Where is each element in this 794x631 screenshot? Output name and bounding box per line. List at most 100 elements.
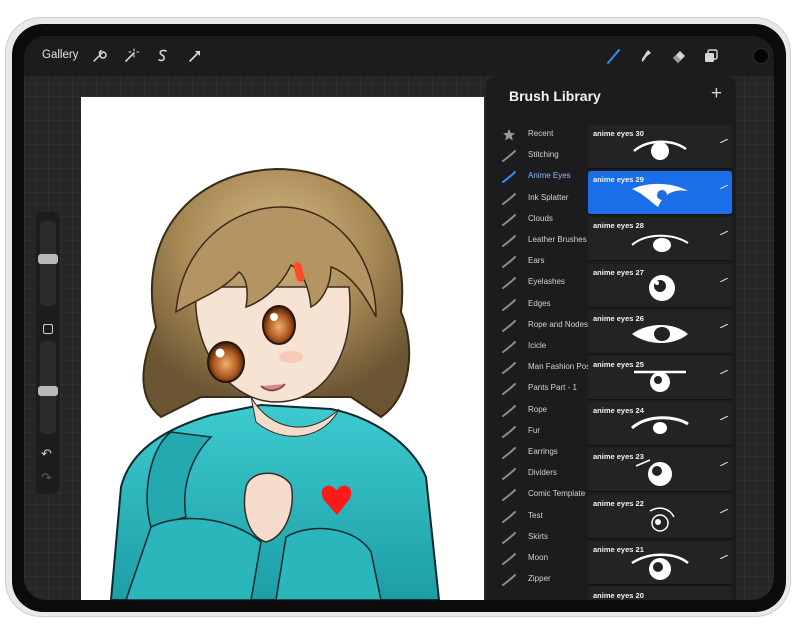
brush-set-label: Ears	[528, 256, 545, 266]
plus-icon[interactable]: +	[711, 83, 722, 105]
brush-set-label: Edges	[528, 298, 551, 308]
brush-stroke-icon	[502, 149, 516, 163]
brush-set-item[interactable]: Ink Splatter	[486, 189, 588, 210]
brush-stroke-icon	[719, 361, 729, 375]
brush-stroke-icon	[502, 276, 516, 290]
brush-stroke-icon	[502, 340, 516, 353]
brush-size-thumb[interactable]	[38, 254, 58, 265]
brush-item[interactable]: anime eyes 25	[588, 356, 732, 400]
brush-set-item[interactable]: Zipper	[486, 570, 588, 591]
brush-set-label: Dividers	[528, 468, 557, 478]
brush-stroke-preview	[630, 410, 690, 442]
brush-set-label: Earrings	[528, 447, 558, 456]
modify-button[interactable]	[43, 324, 53, 334]
brush-set-item[interactable]: Clouds	[486, 210, 588, 231]
magic-wand-icon[interactable]	[123, 48, 139, 64]
brush-set-item[interactable]: Pants Part - 1	[486, 379, 588, 400]
brush-stroke-icon	[502, 573, 516, 587]
gallery-button[interactable]: Gallery	[42, 49, 78, 61]
opacity-thumb[interactable]	[38, 386, 58, 397]
brush-set-item[interactable]: Icicle	[486, 337, 588, 358]
brush-stroke-preview	[630, 133, 690, 165]
brush-stroke-preview	[630, 225, 690, 257]
drawing-canvas[interactable]	[81, 97, 484, 600]
brush-item[interactable]: anime eyes 24	[588, 402, 732, 447]
brush-item[interactable]: anime eyes 26	[588, 309, 732, 354]
brush-set-label: Ink Splatter	[528, 192, 569, 202]
brush-stroke-preview	[630, 503, 690, 535]
brush-set-label: Pants Part - 1	[528, 383, 577, 393]
brush-set-item[interactable]: Rope	[486, 401, 588, 422]
brush-set-label: Comic Template	[528, 489, 586, 499]
brush-stroke-icon	[502, 446, 516, 459]
brush-stroke-icon	[502, 234, 516, 247]
brush-stroke-icon	[719, 453, 729, 467]
brush-set-item[interactable]: Man Fashion Poses	[486, 358, 599, 379]
brush-stroke-icon	[502, 255, 516, 269]
brush-stroke-icon	[502, 319, 516, 332]
procreate-screen: Gallery ↶ ↷ Brush Library + Recent Stitc…	[24, 36, 774, 600]
brush-set-item[interactable]: Comic Template	[486, 485, 588, 506]
brush-set-label: Rope and Nodes	[528, 319, 589, 329]
brush-item[interactable]: anime eyes 27	[588, 263, 732, 308]
brush-set-label: Anime Eyes	[528, 171, 571, 181]
brush-item[interactable]: anime eyes 30	[588, 125, 732, 169]
brush-set-item[interactable]: Dividers	[486, 464, 588, 485]
brush-icon[interactable]	[606, 48, 622, 64]
smudge-icon[interactable]	[638, 48, 654, 64]
brush-set-label: Recent	[528, 129, 554, 138]
brush-set-item[interactable]: Earrings	[486, 443, 588, 464]
top-toolbar: Gallery	[24, 36, 774, 76]
color-swatch[interactable]	[753, 48, 769, 64]
brush-stroke-icon	[719, 222, 729, 236]
brush-item[interactable]: anime eyes 28	[588, 217, 732, 262]
brush-set-label: Zipper	[528, 574, 551, 584]
brush-item[interactable]: anime eyes 21	[588, 540, 732, 585]
brush-set-label: Icicle	[528, 341, 547, 350]
brush-library-title: Brush Library	[509, 88, 601, 104]
transform-icon[interactable]	[187, 48, 203, 64]
brush-item[interactable]: anime eyes 22	[588, 494, 732, 539]
redo-icon[interactable]: ↷	[41, 470, 52, 486]
brush-set-item[interactable]: Ears	[486, 252, 588, 273]
brush-stroke-preview	[630, 456, 690, 488]
brush-set-item[interactable]: Stitching	[486, 146, 588, 167]
brush-set-item[interactable]: Fur	[486, 422, 588, 443]
brush-set-item[interactable]: Eyelashes	[486, 273, 588, 294]
brush-item[interactable]: anime eyes 20	[588, 587, 732, 600]
brush-set-item[interactable]: Leather Brushes	[486, 231, 588, 252]
brush-stroke-icon	[502, 467, 516, 481]
star-icon	[502, 128, 516, 141]
brush-stroke-preview	[630, 364, 690, 396]
ipad-bezel: Gallery ↶ ↷ Brush Library + Recent Stitc…	[12, 24, 786, 612]
brush-stroke-icon	[502, 510, 516, 523]
brush-set-item[interactable]: Test	[486, 507, 588, 528]
brush-set-label: Clouds	[528, 213, 553, 223]
brush-stroke-icon	[719, 500, 729, 514]
brush-stroke-icon	[719, 315, 729, 329]
brush-stroke-icon	[502, 170, 516, 184]
brush-set-item[interactable]: Rope and Nodes	[486, 316, 588, 337]
brush-set-item[interactable]: Edges	[486, 295, 588, 316]
eraser-icon[interactable]	[671, 48, 687, 64]
brush-stroke-preview	[630, 595, 690, 600]
wrench-icon[interactable]	[91, 48, 107, 64]
brush-set-item[interactable]: Recent	[486, 125, 588, 146]
layers-icon[interactable]	[703, 48, 719, 64]
undo-icon[interactable]: ↶	[41, 446, 52, 462]
selection-icon[interactable]	[155, 48, 171, 64]
brush-stroke-icon	[719, 130, 729, 144]
brush-set-label: Moon	[528, 553, 549, 562]
left-sidebar: ↶ ↷	[36, 212, 60, 494]
brush-item[interactable]: anime eyes 29	[588, 171, 732, 216]
brush-item[interactable]: anime eyes 23	[588, 448, 732, 493]
brush-set-item[interactable]: Skirts	[486, 528, 588, 549]
brush-stroke-icon	[502, 531, 516, 544]
brush-stroke-icon	[502, 488, 516, 502]
brush-set-item[interactable]: Anime Eyes	[486, 167, 588, 188]
brush-stroke-icon	[502, 361, 516, 375]
brush-set-label: Test	[528, 510, 543, 520]
brush-set-label: Skirts	[528, 531, 548, 541]
brush-set-label: Stitching	[528, 150, 559, 160]
brush-set-item[interactable]: Moon	[486, 549, 588, 570]
